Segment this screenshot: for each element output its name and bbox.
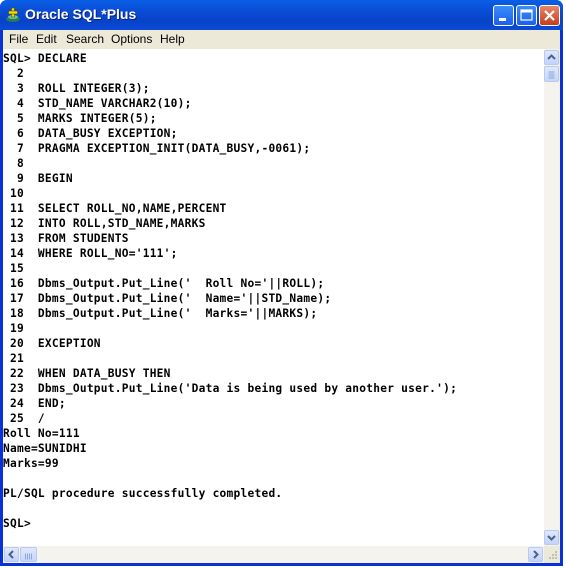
console-line: SQL>	[3, 517, 38, 530]
console-line: 25 /	[3, 412, 45, 425]
resize-grip-icon	[549, 551, 557, 559]
vertical-scroll-thumb[interactable]	[544, 66, 559, 82]
menu-bar: File Edit Search Options Help	[3, 30, 560, 49]
menu-edit[interactable]: Edit	[36, 32, 57, 46]
close-icon	[544, 10, 555, 21]
scroll-down-button[interactable]	[544, 530, 559, 545]
console-line: 6 DATA_BUSY EXCEPTION;	[3, 127, 178, 140]
minimize-button[interactable]	[493, 5, 514, 26]
scroll-right-button[interactable]	[528, 547, 543, 562]
console-line: Marks=99	[3, 457, 59, 470]
horizontal-scroll-thumb[interactable]	[20, 547, 37, 562]
console-line: 16 Dbms_Output.Put_Line(' Roll No='||ROL…	[3, 277, 325, 290]
close-button[interactable]	[539, 5, 560, 26]
title-bar[interactable]: Oracle SQL*Plus	[0, 0, 563, 30]
console-line: 17 Dbms_Output.Put_Line(' Name='||STD_Na…	[3, 292, 332, 305]
console-line: PL/SQL procedure successfully completed.	[3, 487, 283, 500]
console-line: 9 BEGIN	[3, 172, 73, 185]
console-line: 20 EXCEPTION	[3, 337, 101, 350]
menu-file[interactable]: File	[9, 32, 28, 46]
grip-icon	[548, 71, 555, 79]
console-line: 4 STD_NAME VARCHAR2(10);	[3, 97, 192, 110]
maximize-button[interactable]	[516, 5, 537, 26]
console-area: SQL> DECLARE 2 3 ROLL INTEGER(3); 4 STD_…	[3, 49, 560, 563]
scroll-down-arrow-icon	[547, 535, 556, 541]
menu-search[interactable]: Search	[66, 32, 104, 46]
menu-help[interactable]: Help	[160, 32, 185, 46]
console-line: Roll No=111	[3, 427, 80, 440]
console-line: 5 MARKS INTEGER(5);	[3, 112, 157, 125]
console-line: Name=SUNIDHI	[3, 442, 87, 455]
sqlplus-window: Oracle SQL*Plus File Edit Search Options…	[0, 0, 563, 566]
console-line: 21	[3, 352, 24, 365]
scroll-right-arrow-icon	[533, 550, 539, 559]
scroll-up-arrow-icon	[547, 54, 556, 60]
console-line: 10	[3, 187, 24, 200]
minimize-icon	[499, 18, 506, 21]
maximize-icon	[520, 9, 533, 21]
size-grip[interactable]	[544, 546, 560, 563]
console-line: 24 END;	[3, 397, 66, 410]
console-line: 18 Dbms_Output.Put_Line(' Marks='||MARKS…	[3, 307, 318, 320]
vertical-scrollbar[interactable]	[544, 49, 560, 546]
menu-options[interactable]: Options	[111, 32, 152, 46]
console-line: 13 FROM STUDENTS	[3, 232, 129, 245]
scroll-up-button[interactable]	[544, 50, 559, 65]
scroll-left-button[interactable]	[4, 547, 19, 562]
console-line: 7 PRAGMA EXCEPTION_INIT(DATA_BUSY,-0061)…	[3, 142, 311, 155]
console-output[interactable]: SQL> DECLARE 2 3 ROLL INTEGER(3); 4 STD_…	[3, 51, 544, 546]
console-line: 3 ROLL INTEGER(3);	[3, 82, 150, 95]
console-line: 11 SELECT ROLL_NO,NAME,PERCENT	[3, 202, 227, 215]
console-line: 19	[3, 322, 24, 335]
scroll-left-arrow-icon	[8, 550, 14, 559]
console-line: 22 WHEN DATA_BUSY THEN	[3, 367, 171, 380]
horizontal-scrollbar[interactable]	[3, 546, 544, 563]
console-line: 23 Dbms_Output.Put_Line('Data is being u…	[3, 382, 458, 395]
console-line: 8	[3, 157, 24, 170]
window-title: Oracle SQL*Plus	[25, 6, 137, 22]
console-line: 14 WHERE ROLL_NO='111';	[3, 247, 178, 260]
console-line: 2	[3, 67, 24, 80]
console-line: 15	[3, 262, 24, 275]
grip-icon	[25, 553, 32, 560]
console-line: SQL> DECLARE	[3, 52, 87, 65]
oracle-sqlplus-icon	[6, 7, 20, 22]
console-line: 12 INTO ROLL,STD_NAME,MARKS	[3, 217, 206, 230]
